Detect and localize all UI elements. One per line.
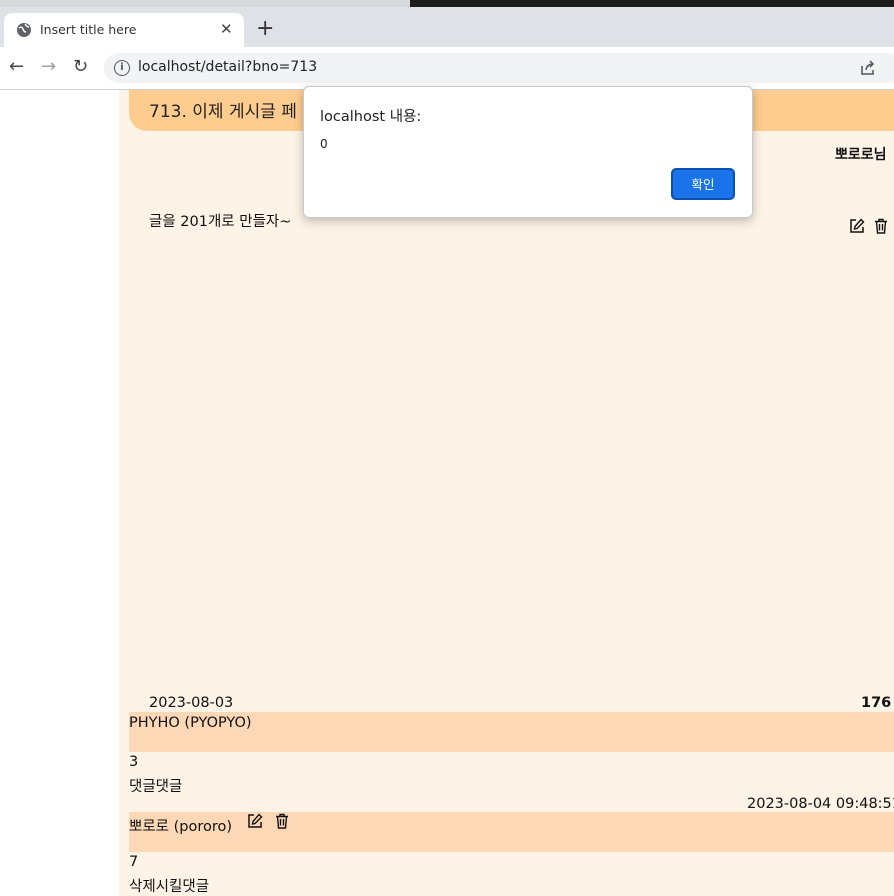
comment-date: 2023-08-04 09:48:51 — [747, 796, 894, 812]
comment-header: 뽀로로 (pororo) — [129, 812, 894, 852]
post-content: 글을 201개로 만들자~ — [149, 214, 292, 230]
url-text[interactable]: localhost/detail?bno=713 — [138, 59, 317, 75]
comment-number: 7 — [129, 854, 139, 870]
tab-bar: Insert title here ✕ + — [0, 7, 894, 47]
post-views: 176 — [861, 695, 892, 711]
globe-icon — [17, 23, 31, 37]
os-taskbar-strip — [0, 0, 894, 7]
ok-button[interactable]: 확인 — [671, 168, 735, 200]
comment-text: 삭제시킬댓글 — [129, 879, 210, 895]
site-info-icon[interactable]: i — [114, 60, 130, 76]
edit-icon[interactable] — [849, 218, 865, 234]
post-author: 뽀로로님 — [835, 147, 887, 163]
tab-close-icon[interactable]: ✕ — [220, 20, 233, 38]
comment-writer: 뽀로로 (pororo) — [129, 819, 233, 835]
comment-number: 3 — [129, 754, 139, 770]
tab-title: Insert title here — [40, 22, 137, 37]
browser-tab[interactable]: Insert title here ✕ — [4, 13, 244, 47]
share-icon[interactable] — [860, 60, 876, 76]
trash-icon[interactable] — [274, 813, 290, 829]
forward-button[interactable]: → — [41, 57, 56, 77]
navigation-bar: ← → ↻ i localhost/detail?bno=713 — [0, 47, 894, 90]
dialog-message: 0 — [320, 137, 328, 151]
post-date: 2023-08-03 — [149, 695, 234, 711]
back-button[interactable]: ← — [9, 57, 24, 77]
post-title: 713. 이제 게시글 페 — [149, 102, 297, 122]
taskbar-dark-area — [410, 0, 894, 7]
alert-dialog: localhost 내용: 0 확인 — [303, 86, 753, 218]
address-bar[interactable]: i localhost/detail?bno=713 — [104, 53, 894, 83]
reload-button[interactable]: ↻ — [73, 57, 88, 77]
edit-icon[interactable] — [247, 813, 263, 829]
comment-writer: PHYHO (PYOPYO) — [129, 715, 252, 731]
trash-icon[interactable] — [873, 218, 889, 234]
dialog-title: localhost 내용: — [320, 109, 422, 125]
comment-header: PHYHO (PYOPYO) — [129, 712, 894, 752]
new-tab-button[interactable]: + — [256, 18, 274, 40]
